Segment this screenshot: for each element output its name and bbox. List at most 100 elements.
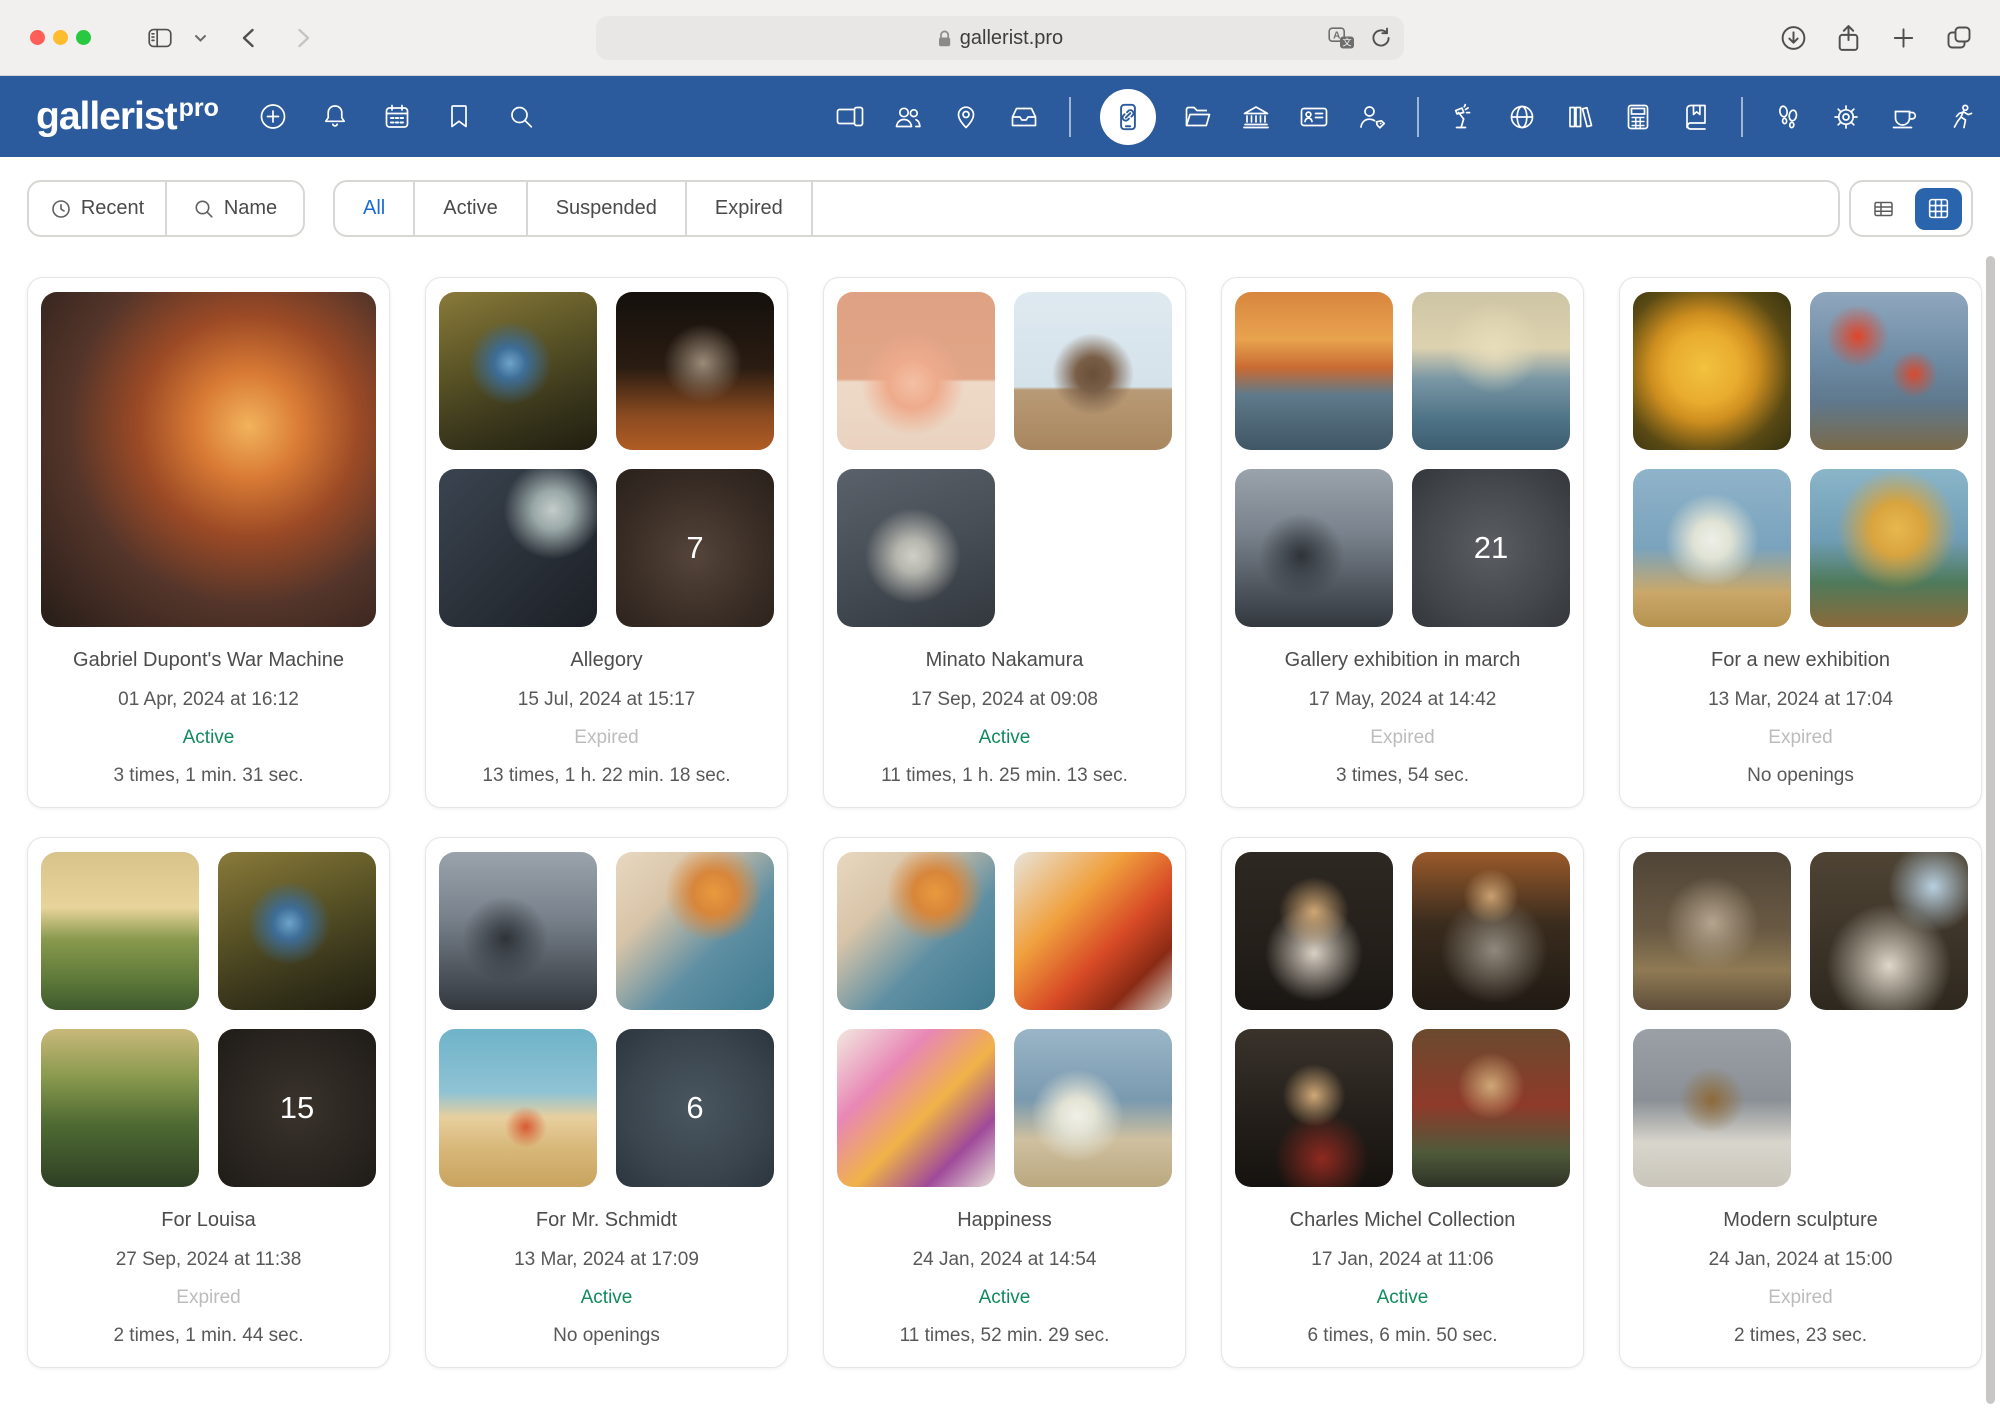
museum-icon[interactable] xyxy=(1240,101,1272,133)
thumb-beach-women-painting[interactable] xyxy=(439,1029,597,1187)
tab-all[interactable]: All xyxy=(335,182,413,235)
back-button[interactable] xyxy=(238,26,262,50)
devices-icon[interactable] xyxy=(834,101,866,133)
presentation-card[interactable]: 7 Allegory 15 Jul, 2024 at 15:17 Expired… xyxy=(425,277,788,808)
thumb-bee-sunflower-painting[interactable] xyxy=(1633,292,1791,450)
thumb-orange-abstract-painting[interactable] xyxy=(1014,852,1172,1010)
thumb-pink-abstract-painting[interactable] xyxy=(837,1029,995,1187)
thumb-surreal-face-painting[interactable] xyxy=(616,852,774,1010)
thumb-poppies-painting[interactable] xyxy=(1810,292,1968,450)
coffee-cup-icon[interactable] xyxy=(1888,101,1920,133)
exit-runner-icon[interactable] xyxy=(1946,101,1978,133)
minimize-window-button[interactable] xyxy=(53,30,68,45)
thumb-wire-figure-workshop[interactable] xyxy=(1810,852,1968,1010)
new-tab-icon[interactable] xyxy=(1890,24,1917,51)
translate-icon[interactable]: A文 xyxy=(1328,27,1356,50)
thumb-soldier-portrait[interactable] xyxy=(1412,1029,1570,1187)
reload-icon[interactable] xyxy=(1370,27,1392,49)
presentation-card[interactable]: Charles Michel Collection 17 Jan, 2024 a… xyxy=(1221,837,1584,1368)
thumb-daisies-painting[interactable] xyxy=(1633,469,1791,627)
thumb-man-in-hat-painting[interactable] xyxy=(1235,469,1393,627)
thumb-cat-figurine[interactable] xyxy=(1014,292,1172,450)
thumb-man-in-hat-painting[interactable] xyxy=(439,852,597,1010)
folder-icon[interactable] xyxy=(1182,101,1214,133)
close-window-button[interactable] xyxy=(30,30,45,45)
presentation-card[interactable]: 15 For Louisa 27 Sep, 2024 at 11:38 Expi… xyxy=(27,837,390,1368)
more-images-tile[interactable]: 7 xyxy=(616,469,774,627)
thumb-wire-sculpture-pedestal[interactable] xyxy=(1633,852,1791,1010)
bookmark-icon[interactable] xyxy=(443,101,475,133)
presentation-card[interactable]: Minato Nakamura 17 Sep, 2024 at 09:08 Ac… xyxy=(823,277,1186,808)
thumb-royal-man-portrait[interactable] xyxy=(1235,1029,1393,1187)
sort-recent-button[interactable]: Recent xyxy=(29,182,165,235)
calculator-icon[interactable] xyxy=(1622,101,1654,133)
card-title: For a new exhibition xyxy=(1633,649,1968,672)
thumb-seagull-painting[interactable] xyxy=(1412,292,1570,450)
visitors-icon[interactable] xyxy=(892,101,924,133)
library-icon[interactable] xyxy=(1564,101,1596,133)
footprints-icon[interactable] xyxy=(1772,101,1804,133)
catalog-book-icon[interactable] xyxy=(1680,101,1712,133)
more-count: 21 xyxy=(1474,530,1508,566)
thumb-lighthouse-sunset-painting[interactable] xyxy=(1235,292,1393,450)
thumb-surreal-face-painting[interactable] xyxy=(837,852,995,1010)
add-icon[interactable] xyxy=(257,101,289,133)
inbox-icon[interactable] xyxy=(1008,101,1040,133)
tab-active[interactable]: Active xyxy=(415,182,525,235)
presentation-card[interactable]: For a new exhibition 13 Mar, 2024 at 17:… xyxy=(1619,277,1982,808)
card-date: 17 Sep, 2024 at 09:08 xyxy=(837,689,1172,711)
thumb-marsh-landscape-painting[interactable] xyxy=(41,852,199,1010)
page-scrollbar[interactable] xyxy=(1986,256,1995,1404)
thumb-kingfisher-painting[interactable] xyxy=(218,852,376,1010)
thumb-pig-figurine[interactable] xyxy=(837,292,995,450)
globe-icon[interactable] xyxy=(1506,101,1538,133)
calendar-icon[interactable] xyxy=(381,101,413,133)
device-link-icon-active[interactable] xyxy=(1100,89,1156,145)
card-title: Allegory xyxy=(439,649,774,672)
share-icon[interactable] xyxy=(1834,23,1863,52)
presentation-card[interactable]: 21 Gallery exhibition in march 17 May, 2… xyxy=(1221,277,1584,808)
sidebar-chevron-icon[interactable] xyxy=(193,30,208,45)
thumb-cat-by-window-painting[interactable] xyxy=(439,469,597,627)
list-view-button[interactable] xyxy=(1860,188,1907,230)
tab-overview-icon[interactable] xyxy=(1944,23,1974,53)
presentation-card[interactable]: Modern sculpture 24 Jan, 2024 at 15:00 E… xyxy=(1619,837,1982,1368)
thumb-daisies-sea-painting[interactable] xyxy=(1014,1029,1172,1187)
presentation-card[interactable]: Gabriel Dupont's War Machine 01 Apr, 202… xyxy=(27,277,390,808)
user-tag-icon[interactable] xyxy=(1356,101,1388,133)
downloads-icon[interactable] xyxy=(1779,23,1808,52)
thumb-wire-dancer-gallery[interactable] xyxy=(1633,1029,1791,1187)
presentation-card[interactable]: 6 For Mr. Schmidt 13 Mar, 2024 at 17:09 … xyxy=(425,837,788,1368)
thumb-knight-portrait[interactable] xyxy=(1412,852,1570,1010)
more-images-tile[interactable]: 15 xyxy=(218,1029,376,1187)
app-logo[interactable]: galleristpro xyxy=(36,95,219,139)
location-pin-icon[interactable] xyxy=(950,101,982,133)
more-count: 7 xyxy=(686,530,703,566)
settings-gear-icon[interactable] xyxy=(1830,101,1862,133)
id-card-icon[interactable] xyxy=(1298,101,1330,133)
tab-expired[interactable]: Expired xyxy=(687,182,811,235)
tab-suspended[interactable]: Suspended xyxy=(528,182,685,235)
thumb-rabbit-painting[interactable] xyxy=(616,292,774,450)
thumb-kingfisher-painting[interactable] xyxy=(439,292,597,450)
more-images-tile[interactable]: 21 xyxy=(1412,469,1570,627)
presentation-card[interactable]: Happiness 24 Jan, 2024 at 14:54 Active 1… xyxy=(823,837,1186,1368)
zoom-window-button[interactable] xyxy=(76,30,91,45)
sidebar-toggle-icon[interactable] xyxy=(145,23,175,53)
card-stats: 2 times, 1 min. 44 sec. xyxy=(41,1325,376,1347)
notifications-bell-icon[interactable] xyxy=(319,101,351,133)
thumb-old-man-portrait[interactable] xyxy=(1235,852,1393,1010)
more-images-tile[interactable]: 6 xyxy=(616,1029,774,1187)
browser-chrome: gallerist.pro A文 xyxy=(0,0,2000,76)
url-bar[interactable]: gallerist.pro A文 xyxy=(596,16,1404,60)
desk-lamp-icon[interactable] xyxy=(1448,101,1480,133)
thumb-harbor-ships-painting[interactable] xyxy=(41,292,376,627)
thumb-golden-tree-painting[interactable] xyxy=(1810,469,1968,627)
thumb-rabbit-sculpture[interactable] xyxy=(837,469,995,627)
thumb-forest-creek-painting[interactable] xyxy=(41,1029,199,1187)
card-title: Gallery exhibition in march xyxy=(1235,649,1570,672)
forward-button[interactable] xyxy=(290,26,314,50)
grid-view-button[interactable] xyxy=(1915,188,1962,230)
search-icon[interactable] xyxy=(505,101,537,133)
sort-name-button[interactable]: Name xyxy=(167,182,303,235)
